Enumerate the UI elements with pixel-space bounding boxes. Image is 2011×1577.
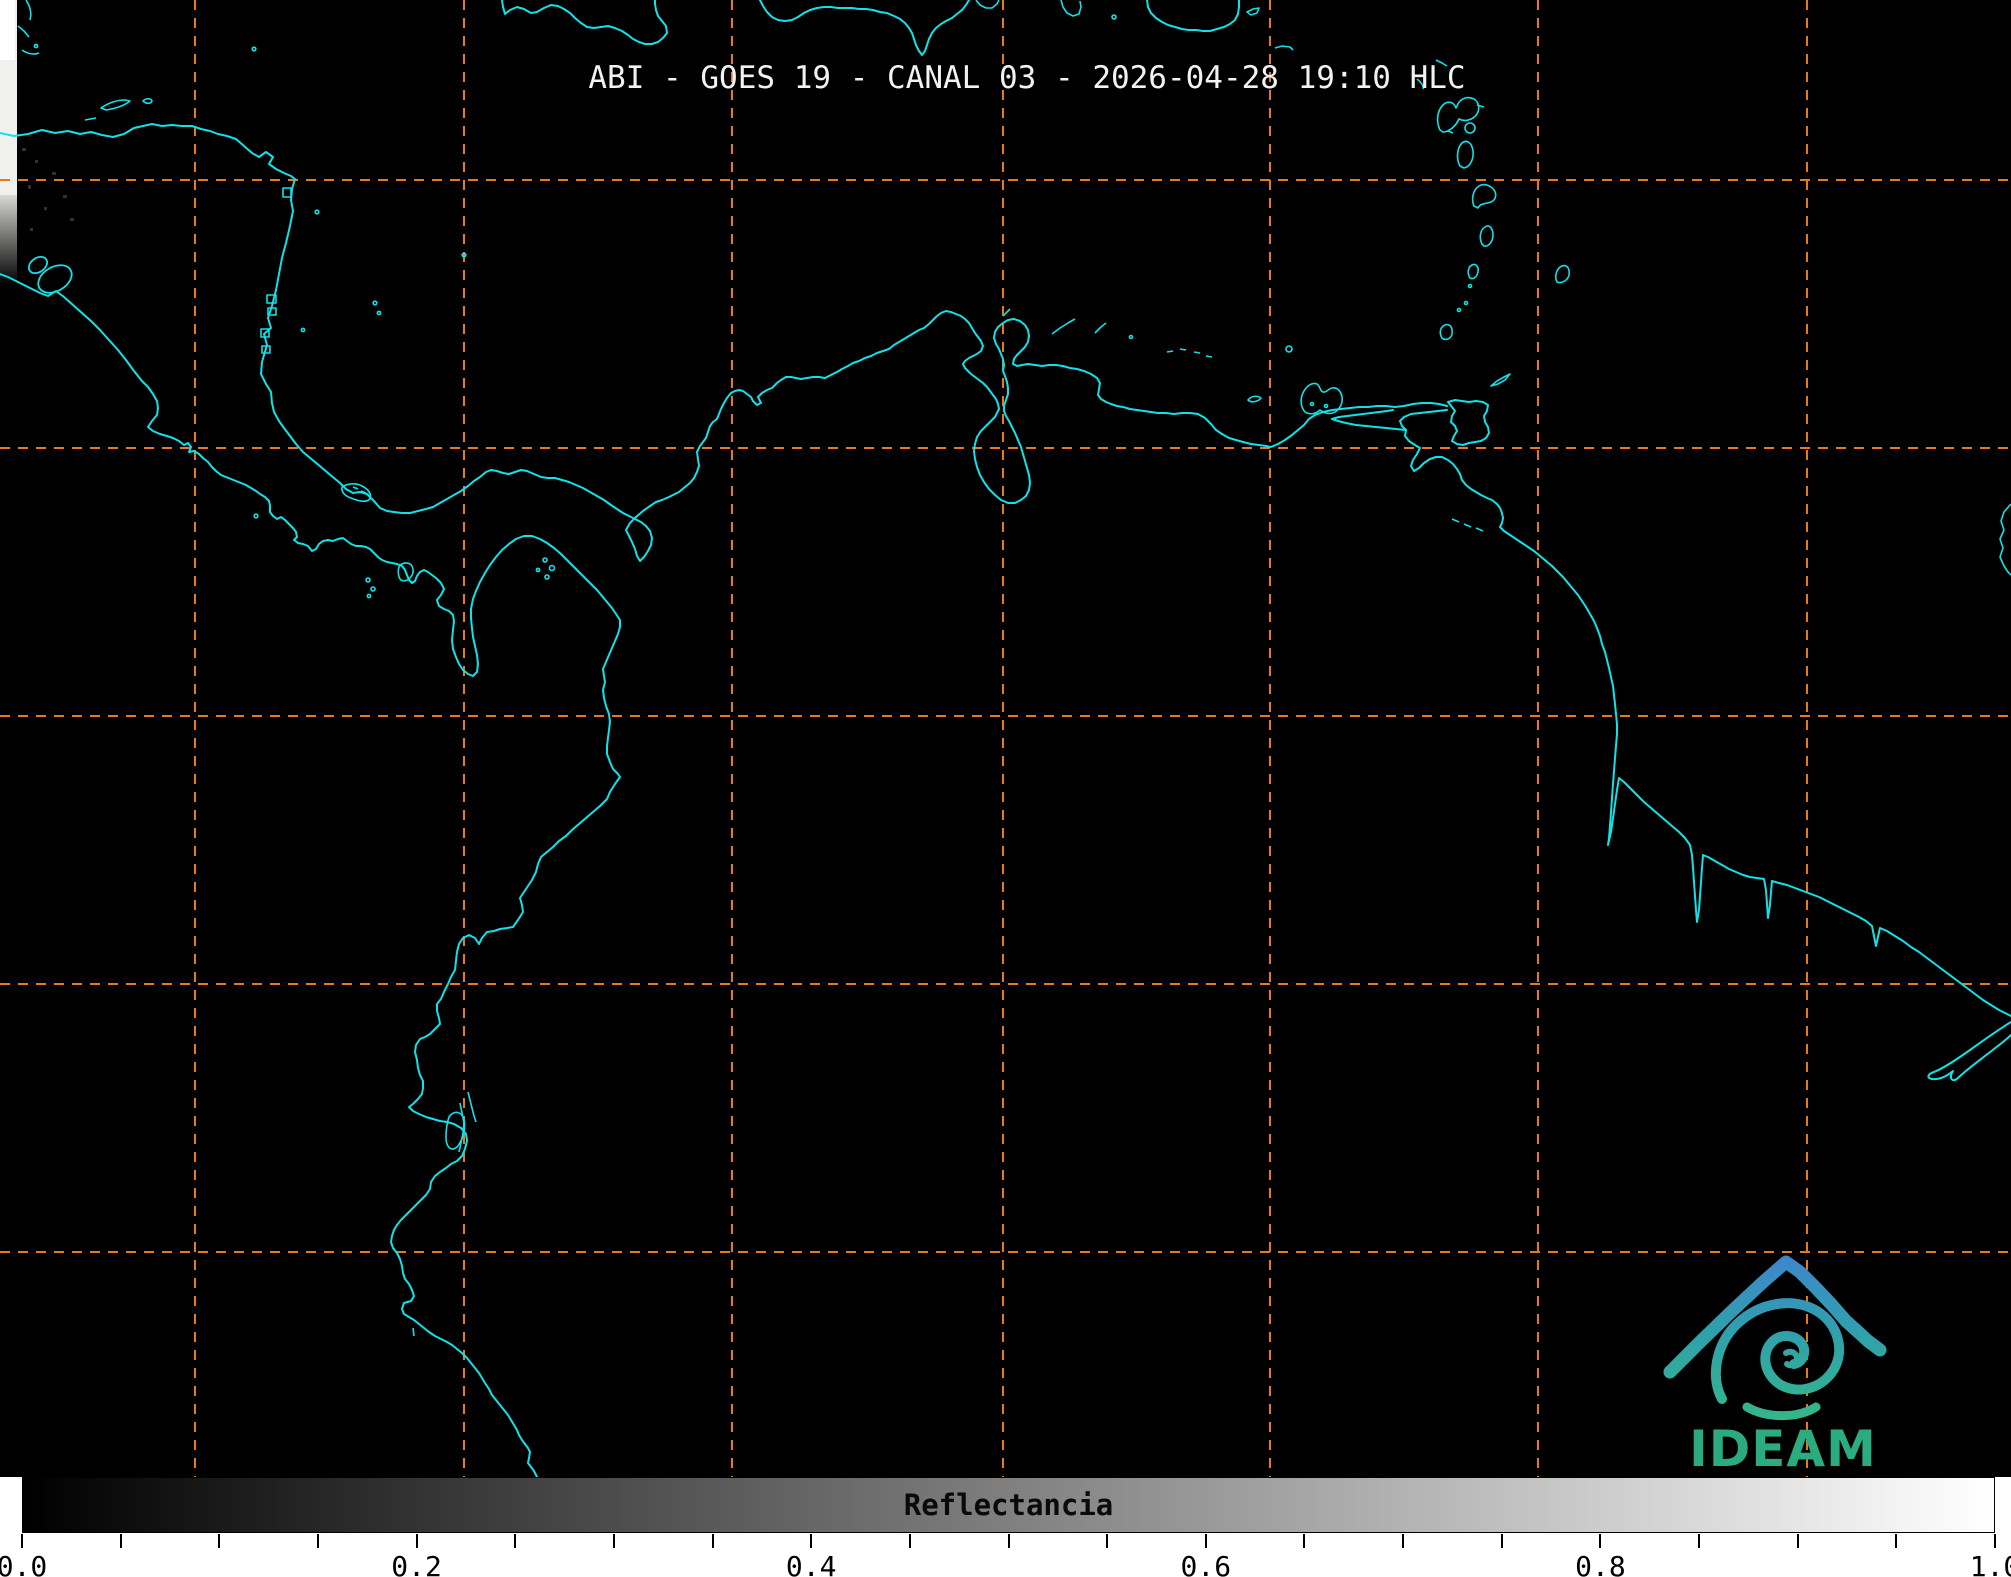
colorbar-tick-label: 0.0 — [0, 1550, 47, 1577]
map-canvas: IDEAM — [0, 0, 2011, 1477]
colorbar-tick — [1698, 1534, 1700, 1548]
ideam-logo-text: IDEAM — [1689, 1420, 1877, 1477]
peru-offshore-islet — [413, 1328, 414, 1336]
colorbar: Reflectancia 0.0 0.2 0.4 0.6 0.8 1.0 — [0, 1477, 2011, 1577]
colorbar-tick — [514, 1534, 516, 1548]
colorbar-tick-label: 0.6 — [1181, 1550, 1232, 1577]
colorbar-tick — [1008, 1534, 1010, 1548]
colorbar-tick — [909, 1534, 911, 1548]
colorbar-label: Reflectancia — [904, 1488, 1114, 1522]
colorbar-tick — [21, 1534, 23, 1548]
colorbar-tick-label: 1.0 — [1970, 1550, 2011, 1577]
colorbar-tick-label: 0.2 — [391, 1550, 442, 1577]
colorbar-tick — [120, 1534, 122, 1548]
image-title: ABI - GOES 19 - CANAL 03 - 2026-04-28 19… — [588, 60, 1465, 96]
colorbar-tick — [1994, 1534, 1996, 1548]
colorbar-tick — [613, 1534, 615, 1548]
colorbar-tick — [416, 1534, 418, 1548]
colorbar-tick-label: 0.8 — [1575, 1550, 1626, 1577]
map-background — [0, 0, 2011, 1477]
colorbar-tick — [1106, 1534, 1108, 1548]
colorbar-tick — [1205, 1534, 1207, 1548]
colorbar-tick-label: 0.4 — [786, 1550, 837, 1577]
colorbar-tick — [1501, 1534, 1503, 1548]
colorbar-tick — [317, 1534, 319, 1548]
colorbar-tick — [810, 1534, 812, 1548]
colorbar-tick — [218, 1534, 220, 1548]
colorbar-gradient: Reflectancia — [22, 1477, 1995, 1533]
colorbar-tick — [1599, 1534, 1601, 1548]
colorbar-tick — [1797, 1534, 1799, 1548]
satellite-image-viewer: IDEAM ABI - GOES 19 - CANAL 03 - 2026-04… — [0, 0, 2011, 1577]
colorbar-tick — [712, 1534, 714, 1548]
colorbar-tick — [1895, 1534, 1897, 1548]
colorbar-tick — [1303, 1534, 1305, 1548]
colorbar-tick — [1402, 1534, 1404, 1548]
